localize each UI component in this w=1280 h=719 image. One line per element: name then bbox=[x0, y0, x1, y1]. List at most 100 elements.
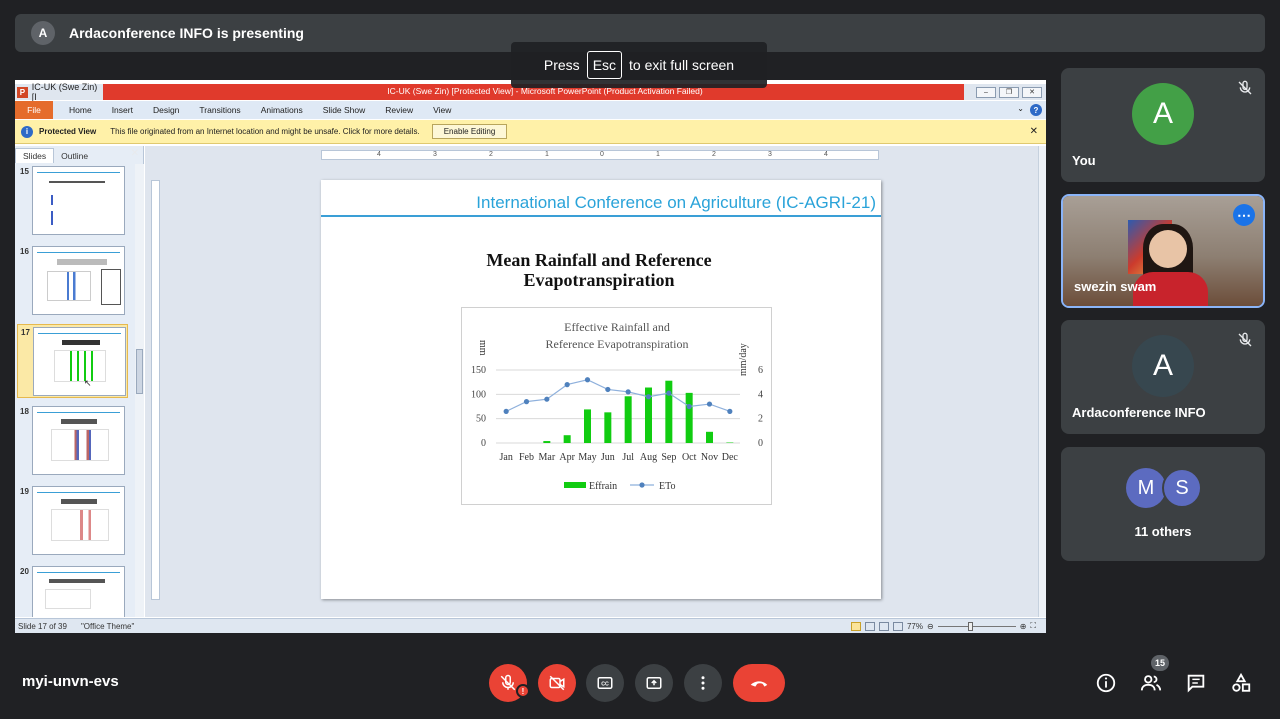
current-slide[interactable]: International Conference on Agriculture … bbox=[321, 180, 881, 599]
cursor-icon: ↖ bbox=[84, 378, 92, 388]
x-tick-label: Jan bbox=[499, 452, 512, 463]
y2-tick-label: 6 bbox=[758, 365, 763, 376]
menu-design[interactable]: Design bbox=[153, 105, 179, 115]
menu-slideshow[interactable]: Slide Show bbox=[323, 105, 366, 115]
captions-button[interactable]: CC bbox=[586, 664, 624, 702]
close-bar-icon[interactable]: ✕ bbox=[1030, 126, 1038, 137]
x-tick-label: Apr bbox=[559, 452, 575, 463]
menu-file[interactable]: File bbox=[15, 101, 53, 119]
others-count: 11 others bbox=[1134, 524, 1192, 539]
menu-animations[interactable]: Animations bbox=[261, 105, 303, 115]
present-button[interactable] bbox=[635, 664, 673, 702]
more-options-icon[interactable]: ⋯ bbox=[1233, 204, 1255, 226]
tab-outline[interactable]: Outline bbox=[54, 149, 95, 163]
menu-insert[interactable]: Insert bbox=[112, 105, 133, 115]
eto-point-mar bbox=[544, 396, 550, 402]
meeting-details-button[interactable] bbox=[1091, 668, 1121, 698]
restore-icon[interactable]: ❐ bbox=[999, 86, 1019, 98]
eto-point-feb bbox=[523, 399, 530, 405]
menu-view[interactable]: View bbox=[433, 105, 451, 115]
reading-view-icon[interactable] bbox=[878, 621, 889, 631]
enable-editing-button[interactable]: Enable Editing bbox=[431, 124, 508, 139]
x-tick-label: May bbox=[578, 452, 596, 463]
thumbnail-list: 15 16 17 ↖ 18 19 20 bbox=[15, 164, 135, 617]
eto-point-jan bbox=[503, 408, 509, 414]
y2-tick-label: 2 bbox=[758, 414, 763, 425]
zoom-controls: 77% ⊖ ⊕ ⛶ bbox=[850, 621, 1036, 631]
thumb-number: 17 bbox=[21, 328, 30, 337]
normal-view-icon[interactable] bbox=[850, 621, 861, 631]
rainfall-chart: Effective Rainfall and Reference Evapotra… bbox=[471, 320, 763, 492]
eto-point-apr bbox=[564, 382, 570, 388]
zoom-level[interactable]: 77% bbox=[907, 622, 923, 631]
slide-thumbnail-selected[interactable]: 17 ↖ bbox=[17, 324, 128, 398]
y-tick-label: 50 bbox=[476, 414, 486, 425]
eto-point-jul bbox=[625, 389, 631, 395]
zoom-slider[interactable] bbox=[937, 621, 1016, 631]
people-button[interactable] bbox=[1136, 668, 1166, 698]
zoom-out-icon[interactable]: ⊖ bbox=[927, 622, 934, 631]
slide-thumbnail[interactable]: 18 bbox=[17, 404, 128, 478]
meeting-code: myi-unvn-evs bbox=[22, 673, 119, 690]
protected-view-message[interactable]: This file originated from an Internet lo… bbox=[110, 127, 420, 136]
participant-tile-others[interactable]: M S 11 others bbox=[1061, 447, 1265, 561]
menu-transitions[interactable]: Transitions bbox=[199, 105, 240, 115]
help-icon[interactable]: ? bbox=[1030, 104, 1042, 116]
tab-slides[interactable]: Slides bbox=[15, 148, 55, 163]
menu-home[interactable]: Home bbox=[69, 105, 92, 115]
eto-line bbox=[505, 379, 731, 412]
panel-scrollbar[interactable] bbox=[135, 164, 144, 617]
y2-tick-label: 4 bbox=[758, 389, 763, 400]
camera-toggle-button[interactable] bbox=[538, 664, 576, 702]
sorter-view-icon[interactable] bbox=[864, 621, 875, 631]
activities-button[interactable] bbox=[1226, 668, 1256, 698]
thumb-number: 16 bbox=[20, 247, 29, 256]
leave-call-button[interactable] bbox=[733, 664, 785, 702]
participant-tile-you[interactable]: A You bbox=[1061, 68, 1265, 182]
x-tick-label: Sep bbox=[661, 452, 676, 463]
participant-name: You bbox=[1072, 153, 1096, 168]
more-options-button[interactable] bbox=[684, 664, 722, 702]
camera-off-icon bbox=[549, 675, 565, 691]
slide-thumbnail[interactable]: 15 bbox=[17, 164, 128, 238]
bar-jun bbox=[604, 412, 612, 443]
y-tick-label: 0 bbox=[481, 438, 486, 449]
slide-workspace: 4 3 2 1 0 1 2 3 4 International Conferen… bbox=[145, 146, 1038, 617]
slide-thumbnail[interactable]: 19 bbox=[17, 484, 128, 558]
legend-label-effrain: Effrain bbox=[589, 481, 617, 492]
participant-tile-presenter[interactable]: A Ardaconference INFO bbox=[1061, 320, 1265, 434]
slide-thumbnail[interactable]: 20 bbox=[17, 564, 128, 617]
slideshow-view-icon[interactable] bbox=[892, 621, 903, 631]
minimize-icon[interactable]: – bbox=[976, 86, 996, 98]
menu-review[interactable]: Review bbox=[385, 105, 413, 115]
legend-marker-eto bbox=[639, 482, 645, 488]
zoom-in-icon[interactable]: ⊕ bbox=[1020, 622, 1027, 631]
participant-avatar: A bbox=[1132, 335, 1194, 397]
eto-point-aug bbox=[645, 394, 652, 400]
close-icon[interactable]: ✕ bbox=[1022, 86, 1042, 98]
fit-window-icon[interactable]: ⛶ bbox=[1030, 621, 1036, 631]
panel-scroll-thumb[interactable] bbox=[136, 349, 143, 394]
participant-tile-video[interactable]: ⋯ swezin swam bbox=[1061, 194, 1265, 308]
people-icon bbox=[1140, 675, 1162, 691]
x-tick-label: Mar bbox=[538, 452, 555, 463]
hint-press: Press bbox=[543, 57, 580, 73]
ribbon-collapse-icon[interactable]: ⌄ bbox=[1017, 104, 1024, 116]
thumb-number: 15 bbox=[20, 167, 29, 176]
fullscreen-hint: Press Esc to exit full screen bbox=[511, 42, 767, 88]
ppt-tab[interactable]: P IC-UK (Swe Zin) [I bbox=[15, 82, 103, 102]
chat-icon bbox=[1187, 674, 1205, 693]
y-tick-label: 150 bbox=[471, 365, 486, 376]
others-avatar-s: S bbox=[1162, 468, 1202, 508]
workspace-scrollbar[interactable] bbox=[1038, 146, 1046, 617]
chat-button[interactable] bbox=[1181, 668, 1211, 698]
participant-name: swezin swam bbox=[1074, 279, 1157, 294]
slide-header: International Conference on Agriculture … bbox=[476, 193, 876, 212]
close-panel-icon[interactable]: ✕ bbox=[131, 148, 139, 159]
y2-tick-label: 0 bbox=[758, 438, 763, 449]
chart-title: Effective Rainfall and bbox=[564, 320, 670, 334]
mic-off-icon bbox=[1238, 80, 1252, 95]
x-tick-label: Jun bbox=[601, 452, 615, 463]
slide-thumbnail[interactable]: 16 bbox=[17, 244, 128, 318]
protected-view-bar: i Protected View This file originated fr… bbox=[15, 120, 1046, 144]
